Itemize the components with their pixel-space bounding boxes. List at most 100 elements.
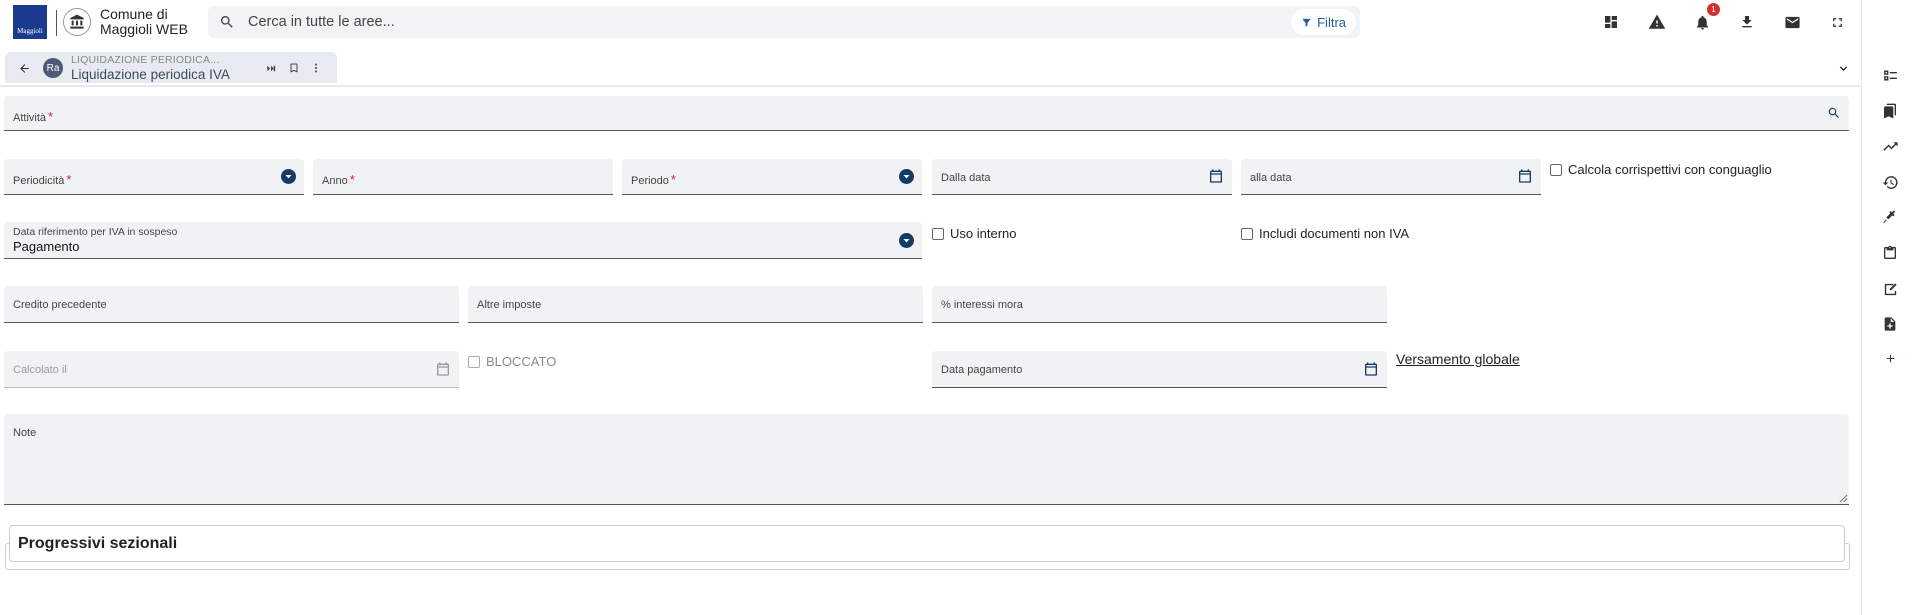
calendar-icon[interactable] — [1517, 168, 1533, 184]
calendar-icon[interactable] — [1363, 361, 1379, 377]
anno-field[interactable]: Anno * — [313, 159, 613, 195]
credito-precedente-label: Credito precedente — [13, 299, 107, 311]
divider — [56, 10, 57, 36]
interessi-mora-label: % interessi mora — [941, 299, 1023, 311]
notification-badge: 1 — [1707, 3, 1720, 16]
bloccato-checkbox: BLOCCATO — [468, 354, 556, 369]
filter-label: Filtra — [1317, 14, 1346, 30]
search-input[interactable]: Cerca in tutte le aree... — [248, 14, 395, 30]
note-label: Note — [13, 427, 37, 439]
tab-liquidazione-iva[interactable]: Ra LIQUIDAZIONE PERIODICA... Liquidazion… — [5, 52, 337, 85]
data-riferimento-value: Pagamento — [13, 239, 80, 254]
add-icon[interactable] — [1880, 348, 1900, 368]
includi-documenti-label: Includi documenti non IVA — [1259, 226, 1410, 241]
filter-icon — [1302, 18, 1311, 27]
versamento-globale-link[interactable]: Versamento globale — [1396, 351, 1520, 367]
interessi-mora-field[interactable]: % interessi mora — [932, 286, 1387, 323]
periodicita-select[interactable]: Periodicità * — [4, 159, 304, 195]
checkbox-box — [468, 355, 480, 368]
logo-text: Maggioli — [17, 27, 43, 35]
more-vert-icon[interactable] — [310, 62, 322, 74]
municipality-icon — [63, 8, 91, 36]
periodo-label-text: Periodo — [631, 175, 669, 187]
required-asterisk: * — [66, 172, 72, 187]
trending-icon[interactable] — [1880, 136, 1900, 156]
tab-title: Liquidazione periodica IVA — [71, 67, 230, 82]
section-title: Progressivi sezionali — [18, 535, 178, 552]
global-search[interactable]: Cerca in tutte le aree... Filtra — [208, 6, 1360, 38]
data-riferimento-label: Data riferimento per IVA in sospeso — [13, 226, 178, 238]
periodicita-label: Periodicità * — [13, 172, 71, 187]
resize-handle-icon[interactable] — [1839, 494, 1848, 503]
anno-label-text: Anno — [322, 175, 348, 187]
periodo-label: Periodo * — [631, 172, 676, 187]
history-icon[interactable] — [1880, 172, 1900, 192]
warning-icon[interactable] — [1647, 12, 1667, 32]
fullscreen-icon[interactable] — [1827, 12, 1847, 32]
checkbox-box[interactable] — [1241, 227, 1253, 240]
required-asterisk: * — [670, 172, 676, 187]
filter-button[interactable]: Filtra — [1291, 9, 1356, 35]
app-title: Comune di Maggioli WEB — [100, 7, 188, 37]
maggioli-logo[interactable]: Maggioli — [13, 5, 47, 39]
data-pagamento-label: Data pagamento — [941, 364, 1023, 376]
search-icon — [220, 16, 233, 28]
uso-interno-checkbox[interactable]: Uso interno — [932, 226, 1016, 241]
chevron-down-icon[interactable] — [899, 233, 914, 248]
note-textarea[interactable]: Note — [4, 414, 1849, 505]
altre-imposte-field[interactable]: Altre imposte — [468, 286, 923, 323]
checklist-icon[interactable] — [1880, 65, 1900, 85]
altre-imposte-label: Altre imposte — [477, 299, 542, 311]
dalla-data-field[interactable]: Dalla data — [932, 159, 1232, 195]
periodo-select[interactable]: Periodo * — [622, 159, 922, 195]
calcolato-il-label: Calcolato il — [13, 364, 67, 376]
bookmark-icon[interactable] — [288, 62, 300, 74]
top-bar: Maggioli Comune di Maggioli WEB Cerca in… — [0, 0, 1916, 44]
includi-documenti-checkbox[interactable]: Includi documenti non IVA — [1241, 226, 1409, 241]
attivita-label: Attività * — [13, 109, 53, 124]
mail-icon[interactable] — [1782, 12, 1802, 32]
quick-links-icon[interactable] — [266, 63, 277, 74]
tab-bar: Ra LIQUIDAZIONE PERIODICA... Liquidazion… — [0, 52, 1862, 87]
bell-icon[interactable] — [1692, 12, 1712, 32]
alla-data-field[interactable]: alla data — [1241, 159, 1541, 195]
signature-icon[interactable] — [1880, 279, 1900, 299]
tab-subtitle: LIQUIDAZIONE PERIODICA... — [71, 54, 220, 66]
document-add-icon[interactable] — [1880, 314, 1900, 334]
download-icon[interactable] — [1737, 12, 1757, 32]
right-sidebar — [1861, 0, 1916, 615]
calcola-corrispettivi-label: Calcola corrispettivi con conguaglio — [1568, 162, 1772, 177]
data-pagamento-field[interactable]: Data pagamento — [932, 351, 1387, 388]
credito-precedente-field[interactable]: Credito precedente — [4, 286, 459, 323]
tab-underline — [0, 85, 1862, 87]
checkbox-box[interactable] — [1550, 163, 1562, 176]
checkbox-box[interactable] — [932, 227, 944, 240]
required-asterisk: * — [48, 109, 54, 124]
dalla-data-label: Dalla data — [941, 172, 991, 184]
uso-interno-label: Uso interno — [950, 226, 1017, 241]
attivita-field[interactable]: Attività * — [4, 96, 1849, 131]
back-arrow-icon[interactable] — [18, 62, 31, 75]
clipboard-icon[interactable] — [1880, 243, 1900, 263]
calendar-icon — [437, 362, 449, 376]
bookmarks-icon[interactable] — [1880, 101, 1900, 121]
chevron-down-icon[interactable] — [281, 169, 296, 184]
chevron-down-icon[interactable] — [1836, 61, 1851, 76]
progressivi-sezionali-panel[interactable]: Progressivi sezionali — [9, 525, 1845, 562]
bloccato-label: BLOCCATO — [486, 354, 557, 369]
alla-data-label: alla data — [1250, 172, 1292, 184]
calcola-corrispettivi-checkbox[interactable]: Calcola corrispettivi con conguaglio — [1550, 162, 1772, 177]
chevron-down-icon[interactable] — [899, 169, 914, 184]
search-icon[interactable] — [1827, 106, 1841, 120]
required-asterisk: * — [349, 172, 355, 187]
avatar: Ra — [43, 58, 63, 78]
attivita-label-text: Attività — [13, 112, 47, 124]
data-riferimento-select[interactable]: Data riferimento per IVA in sospeso Paga… — [4, 222, 922, 259]
brand-line-2: Maggioli WEB — [100, 21, 188, 37]
dashboard-icon[interactable] — [1601, 12, 1621, 32]
anno-label: Anno * — [322, 172, 355, 187]
calendar-icon[interactable] — [1208, 168, 1224, 184]
periodicita-label-text: Periodicità — [13, 175, 65, 187]
plugin-icon[interactable] — [1880, 207, 1900, 227]
calcolato-il-field: Calcolato il — [4, 351, 459, 388]
